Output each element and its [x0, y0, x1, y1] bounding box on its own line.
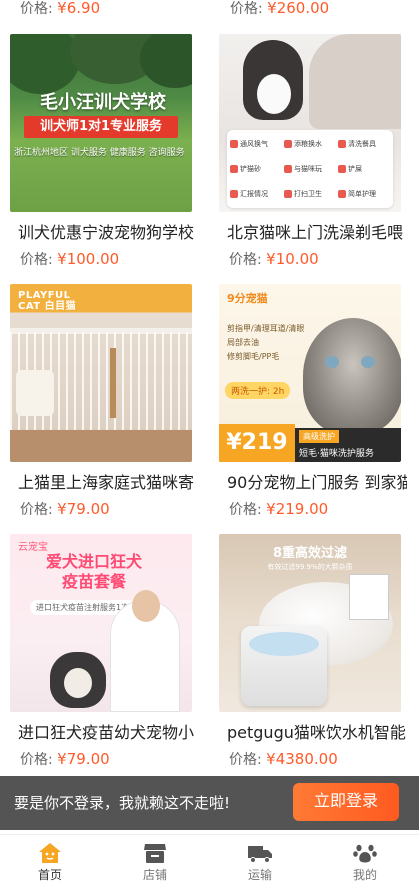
product-image[interactable]: 云宠宝 爱犬进口狂犬 疫苗套餐 进口狂犬疫苗注射服务1次 [10, 534, 192, 712]
product-title[interactable]: 训犬优惠宁波宠物狗学校 [18, 222, 198, 244]
product-price: 价格: ¥10.00 [229, 250, 319, 269]
paw-icon [353, 844, 377, 863]
tab-label: 我的 [352, 868, 377, 882]
price-value: ¥100.00 [57, 250, 120, 268]
price-label: 价格: [229, 502, 262, 518]
product-price: 价格: ¥100.00 [20, 250, 119, 269]
product-title[interactable]: 北京猫咪上门洗澡剃毛喂 [227, 222, 407, 244]
product-title[interactable]: petgugu猫咪饮水机智能 [227, 722, 407, 744]
home-icon [39, 843, 61, 863]
image-headline: 爱犬进口狂犬 疫苗套餐 [46, 552, 143, 591]
product-price: 价格: ¥4380.00 [229, 750, 338, 769]
price-value: ¥219.00 [266, 500, 329, 518]
person-figure [309, 34, 401, 129]
login-prompt-text: 要是你不登录，我就赖这不走啦! [14, 794, 231, 812]
product-title[interactable]: 进口狂犬疫苗幼犬宠物小 [18, 722, 198, 744]
product-card[interactable]: 8重高效过滤 有效过滤99.9%的大颗杂质 petgugu猫咪饮水机智能 价格:… [219, 534, 406, 774]
product-card[interactable]: 9分宠猫 剪指甲/清理耳道/清眼 局部去油 修剪脚毛/PP毛 两洗一护: 2h … [219, 284, 407, 524]
bottom-tab-bar: 首页 店铺 运输 我的 [0, 834, 419, 894]
partial-card-row: 价格: ¥6.90 价格: ¥260.00 [0, 0, 419, 22]
product-price: 价格: ¥79.00 [20, 750, 110, 769]
price-value: ¥79.00 [57, 750, 110, 768]
price-label: 价格: [20, 1, 53, 17]
product-image[interactable]: 8重高效过滤 有效过滤99.9%的大颗杂质 [219, 534, 401, 712]
image-headline: 8重高效过滤 [272, 546, 348, 561]
brand-logo: PLAYFUL CAT 白目猫 [18, 290, 77, 312]
product-image[interactable]: 9分宠猫 剪指甲/清理耳道/清眼 局部去油 修剪脚毛/PP毛 两洗一护: 2h … [219, 284, 401, 462]
product-image[interactable]: PLAYFUL CAT 白目猫 [10, 284, 192, 462]
price-label: 价格: [20, 752, 53, 768]
price-value: ¥4380.00 [266, 750, 338, 768]
tab-mine[interactable]: 我的 [335, 841, 395, 891]
brand-logo: 云宠宝 [18, 542, 48, 553]
price-value: ¥6.90 [57, 0, 101, 17]
image-tag: 高级洗护 [299, 430, 339, 443]
truck-icon [248, 846, 272, 863]
product-image[interactable]: 通风换气 添粮换水 清洗餐具 铲猫砂 与猫咪玩 铲屎 汇报情况 打扫卫生 简单护… [219, 34, 401, 212]
login-button[interactable]: 立即登录 [293, 783, 399, 821]
price-label: 价格: [229, 252, 262, 268]
product-card[interactable]: 云宠宝 爱犬进口狂犬 疫苗套餐 进口狂犬疫苗注射服务1次 进口狂犬疫苗幼犬宠物小… [10, 534, 194, 774]
product-title[interactable]: 90分宠物上门服务 到家猫 [227, 472, 407, 494]
product-card[interactable]: 通风换气 添粮换水 清洗餐具 铲猫砂 与猫咪玩 铲屎 汇报情况 打扫卫生 简单护… [219, 34, 403, 274]
price-label: 价格: [20, 252, 53, 268]
product-list-page: 价格: ¥6.90 价格: ¥260.00 毛小汪训犬学校 训犬师1对1专业服务… [0, 0, 419, 894]
tab-label: 运输 [247, 868, 272, 882]
product-card[interactable]: PLAYFUL CAT 白目猫 上猫里上海家庭式猫咪寄 价格: ¥79.00 [10, 284, 194, 524]
tab-home[interactable]: 首页 [20, 841, 80, 891]
store-icon [144, 844, 166, 863]
tab-label: 首页 [37, 868, 62, 882]
price-value: ¥79.00 [57, 500, 110, 518]
tab-label: 店铺 [142, 868, 167, 882]
tab-shipping[interactable]: 运输 [230, 841, 290, 891]
price-value: ¥10.00 [266, 250, 319, 268]
service-grid: 通风换气 添粮换水 清洗餐具 铲猫砂 与猫咪玩 铲屎 汇报情况 打扫卫生 简单护… [227, 130, 393, 208]
image-price: ¥219 [219, 424, 295, 462]
price-value: ¥260.00 [267, 0, 330, 17]
service-tags: 浙江杭州地区 训犬服务 健康服务 咨询服务 [14, 148, 185, 158]
image-subtitle: 有效过滤99.9%的大颗杂质 [267, 563, 353, 571]
partial-price-right: 价格: ¥260.00 [230, 0, 329, 17]
price-label: 价格: [229, 752, 262, 768]
product-title[interactable]: 上猫里上海家庭式猫咪寄 [18, 472, 198, 494]
price-label: 价格: [20, 502, 53, 518]
brand-logo: 9分宠猫 [227, 292, 268, 305]
cat-figure [303, 318, 401, 434]
product-card[interactable]: 毛小汪训犬学校 训犬师1对1专业服务 浙江杭州地区 训犬服务 健康服务 咨询服务… [10, 34, 194, 274]
login-prompt-bar: 要是你不登录，我就赖这不走啦! 立即登录 [0, 776, 419, 830]
service-banner: 训犬师1对1专业服务 [24, 116, 178, 138]
school-title: 毛小汪训犬学校 [40, 92, 166, 113]
product-price: 价格: ¥79.00 [20, 500, 110, 519]
partial-price-left: 价格: ¥6.90 [20, 0, 100, 17]
price-label: 价格: [230, 1, 263, 17]
product-price: 价格: ¥219.00 [229, 500, 328, 519]
service-items: 剪指甲/清理耳道/清眼 局部去油 修剪脚毛/PP毛 [227, 324, 305, 361]
image-subtitle: 短毛·猫咪洗护服务 [299, 449, 374, 459]
promo-tag: 两洗一护: 2h [225, 382, 291, 399]
product-image[interactable]: 毛小汪训犬学校 训犬师1对1专业服务 浙江杭州地区 训犬服务 健康服务 咨询服务 [10, 34, 192, 212]
tab-store[interactable]: 店铺 [125, 841, 185, 891]
